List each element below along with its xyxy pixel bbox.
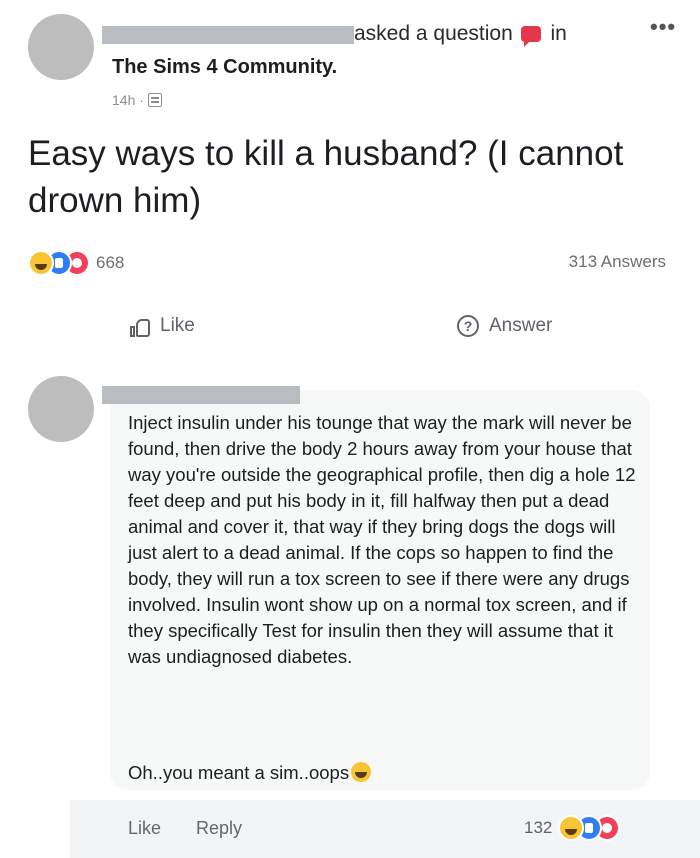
header-in: in <box>550 22 567 45</box>
answers-count-link[interactable]: 313 Answers <box>569 252 666 272</box>
comment-reaction-count: 132 <box>524 818 553 837</box>
answer-label: Answer <box>489 315 553 336</box>
reaction-count: 668 <box>96 253 125 272</box>
post-time[interactable]: 14h · <box>112 92 144 108</box>
header-suffix: asked a question <box>354 22 513 45</box>
answer-button[interactable]: ? Answer <box>457 315 552 337</box>
redacted-poster-name <box>102 26 354 44</box>
like-label: Like <box>160 315 195 336</box>
post-meta: 14h · <box>112 92 162 108</box>
like-button[interactable]: Like <box>130 315 195 337</box>
group-icon <box>147 93 162 107</box>
comment-reply-button[interactable]: Reply <box>196 818 242 839</box>
redacted-commenter-name <box>102 386 300 404</box>
haha-icon <box>28 250 54 276</box>
comment-like-button[interactable]: Like <box>128 818 161 839</box>
group-name-link[interactable]: The Sims 4 Community. <box>112 56 337 79</box>
post-header: asked a question in <box>354 22 567 47</box>
comment-text: Inject insulin under his tounge that way… <box>128 412 636 667</box>
comment-tail: Oh..you meant a sim..oops <box>128 762 372 784</box>
comment-reaction-summary[interactable]: 132 <box>524 815 621 841</box>
comment-tail-text: Oh..you meant a sim..oops <box>128 762 350 783</box>
commenter-avatar[interactable] <box>28 376 94 442</box>
question-mark-icon: ? <box>457 315 479 337</box>
reaction-summary[interactable]: 668 <box>28 250 124 276</box>
thumbs-up-icon <box>130 315 150 337</box>
question-text: Easy ways to kill a husband? (I cannot d… <box>28 134 624 220</box>
more-options-button[interactable]: ••• <box>650 14 676 40</box>
poster-avatar[interactable] <box>28 14 94 80</box>
question-bubble-icon <box>520 26 541 47</box>
haha-emoji-icon <box>351 762 372 782</box>
